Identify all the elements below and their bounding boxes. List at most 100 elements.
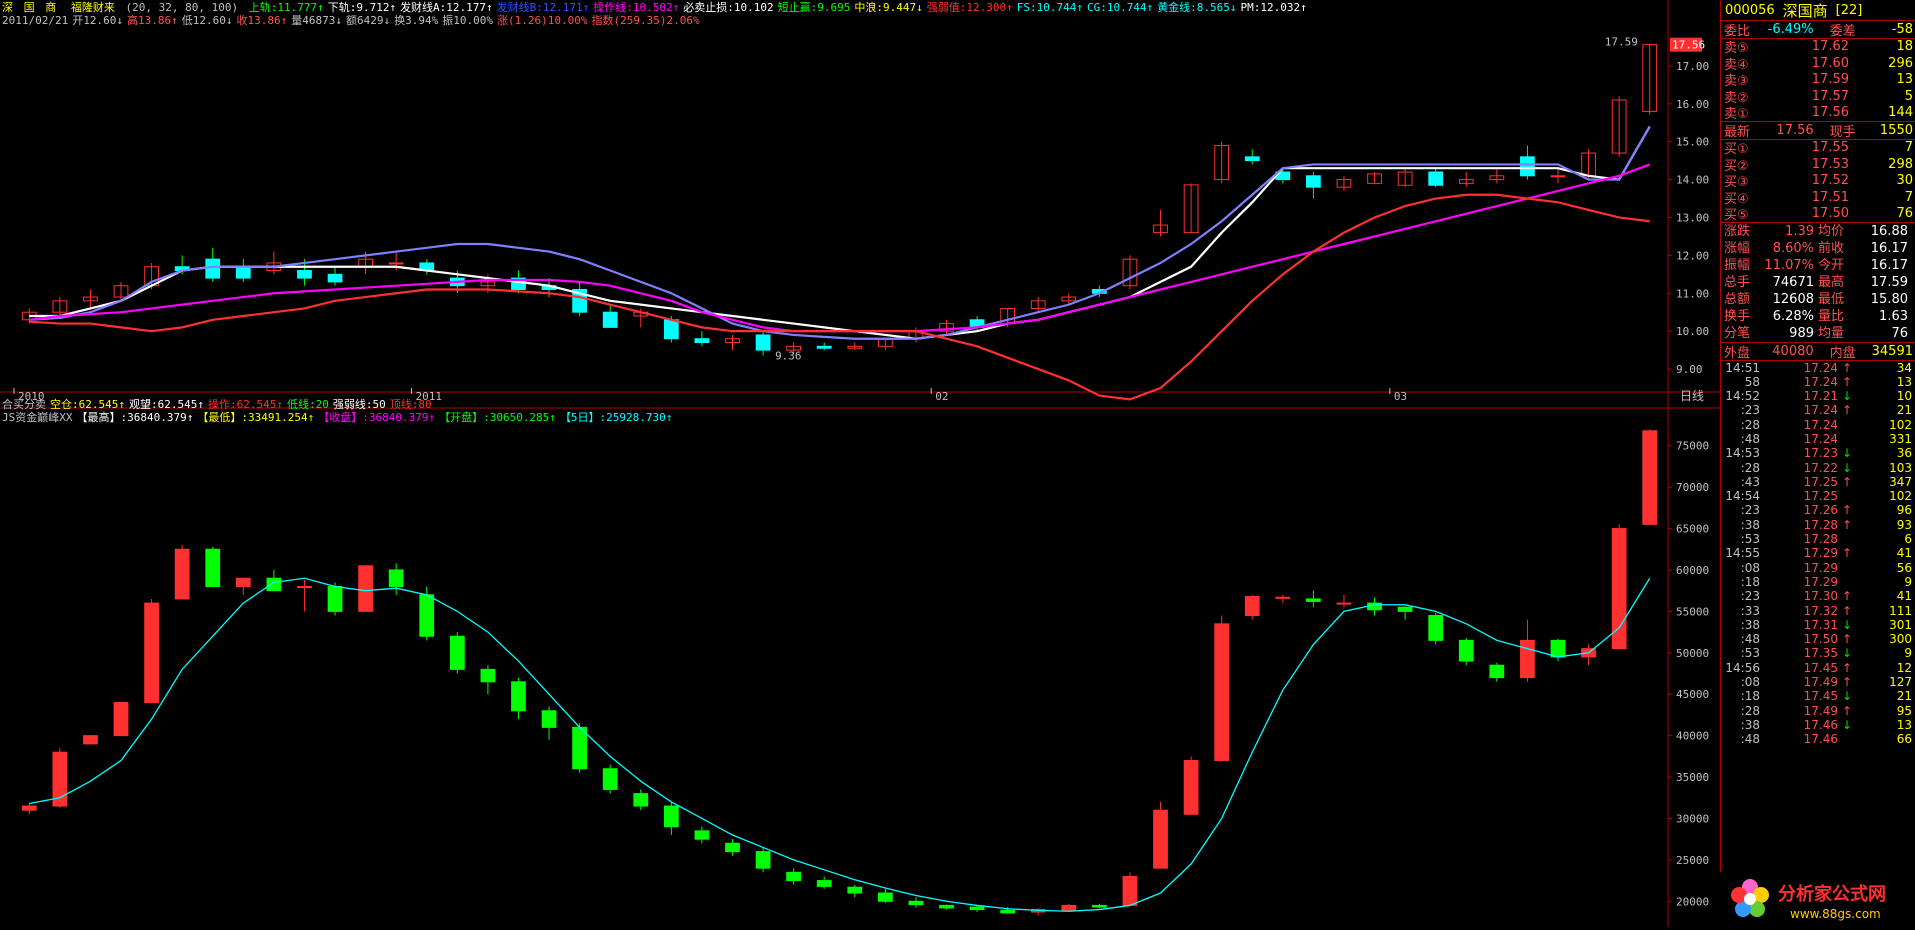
ohlc-field-3: 低12.60↓ — [181, 14, 233, 27]
time-label: 03 — [1394, 390, 1407, 403]
indicator-value-2: 发财线A:12.177↑ — [400, 1, 493, 14]
candle-body — [205, 258, 221, 279]
series-line — [29, 193, 1650, 401]
chart-area[interactable]: 9.00 10.00 11.00 12.00 13.00 14.00 15.00 16.00 1… — [0, 0, 1720, 927]
candle-body — [572, 726, 587, 770]
candle-body — [602, 311, 618, 328]
stat-5-1: 6.28% — [1772, 309, 1814, 324]
weibi-row: 委比 -6.49% 委差 -58 — [1721, 21, 1915, 39]
indicator-value-5: 必卖止损:10.102 — [683, 1, 774, 14]
candle-body — [358, 565, 373, 612]
site-logo: 分析家公式网 www.88gs.com — [1720, 872, 1915, 927]
time-label: 02 — [935, 390, 948, 403]
ask-row-1: 卖① 17.56 144 — [1724, 105, 1913, 123]
tick-row: :18 17.45 ↓ 21 — [1740, 689, 1912, 704]
current-hand-value: 1550 — [1879, 122, 1913, 138]
stat-1-2: 前收 — [1818, 241, 1845, 256]
ohlc-field-8: 振10.00% — [442, 14, 493, 27]
candle-body — [1214, 623, 1230, 761]
ask-row-4: 卖④ 17.60 296 — [1724, 55, 1913, 73]
candle-body — [83, 735, 98, 745]
ohlc-info-row: 2011/02/21 开12.60↓ 高13.86↑ 低12.60↓ 收13.86↑ 量4… — [2, 14, 704, 27]
sub-indicator-header: JS资金巅峰XX 【最高】:36840.379↑ 【最低】:33491.254↑ 【收… — [2, 411, 676, 424]
candle-body — [205, 548, 221, 588]
candle-body — [1000, 909, 1016, 914]
candle-body — [1153, 809, 1168, 869]
y-tick-label: 11.00 — [1676, 287, 1709, 300]
stat-0-2: 均价 — [1818, 224, 1845, 239]
y-tick-label: 10.00 — [1676, 325, 1709, 338]
candle-body — [786, 871, 802, 882]
candle-body — [266, 577, 282, 592]
tick-row: :18 17.29 9 — [1740, 574, 1912, 589]
tick-row: :23 17.30 ↑ 41 — [1740, 589, 1912, 604]
outer-value: 40080 — [1772, 343, 1814, 359]
mid-indicator-value-5: 强弱线:50 — [332, 398, 386, 411]
candle-body — [388, 569, 404, 588]
tick-row: 14:56 17.45 ↑ 12 — [1725, 660, 1912, 675]
period-label: 日线 — [1680, 389, 1704, 403]
stat-5-0: 换手 — [1724, 309, 1751, 324]
candle-body — [541, 710, 557, 728]
ask-row-5: 卖⑤ 17.62 18 — [1724, 39, 1913, 57]
ohlc-field-2: 高13.86↑ — [126, 14, 178, 27]
logo-url: www.88gs.com — [1790, 907, 1881, 921]
candle-body — [939, 904, 954, 909]
stat-2-0: 振幅 — [1724, 258, 1751, 273]
candle-body — [1336, 602, 1352, 605]
logo-text: 分析家公式网 — [1778, 883, 1886, 905]
sub-indicator-value-4: 【开盘】:30650.285↑ — [439, 411, 556, 424]
y-tick-label: 40000 — [1676, 730, 1709, 743]
tick-row: :48 17.46 66 — [1740, 732, 1912, 747]
y-tick-label: 25000 — [1676, 854, 1709, 867]
y-tick-label: 15.00 — [1676, 136, 1709, 149]
indicator-value-11: 黄金线:8.565↓ — [1157, 1, 1237, 14]
weicha-label: 委差 — [1829, 23, 1856, 39]
bid-row-3: 买③ 17.52 30 — [1724, 173, 1913, 191]
candle-body — [327, 273, 343, 283]
stat-3-0: 总手 — [1724, 275, 1751, 290]
flower-icon — [1731, 879, 1769, 917]
last-label: 最新 — [1724, 124, 1751, 140]
tick-row: :23 17.24 ↑ 21 — [1740, 403, 1912, 418]
chart-canvas[interactable]: 9.00 10.00 11.00 12.00 13.00 14.00 15.00 16.00 1… — [0, 0, 1720, 927]
tick-row: :43 17.25 ↑ 347 — [1740, 474, 1912, 489]
indicator-values: 上轨:11.777↑ 下轨:9.712↑ 发财线A:12.177↑ 发财线B:12.1… — [249, 1, 1311, 14]
tick-row: 14:55 17.29 ↑ 41 — [1725, 546, 1912, 561]
stat-4-1: 12608 — [1772, 292, 1814, 307]
candle-body — [1306, 175, 1321, 188]
sub-indicator-value-1: 【最高】:36840.379↑ — [76, 411, 194, 424]
current-hand-label: 现手 — [1829, 124, 1856, 140]
stat-6-2: 均量 — [1818, 326, 1845, 341]
tick-row: :28 17.24 102 — [1740, 417, 1912, 432]
tick-list[interactable]: 14:51 17.24 ↑ 34 58 17.24 ↑ 13 14:52 17.21 ↓ 10:23 1… — [1721, 361, 1915, 747]
stock-count: [22] — [1835, 2, 1863, 18]
candle-body — [1520, 639, 1535, 679]
candle-body — [1275, 596, 1291, 599]
tick-row: :08 17.29 56 — [1740, 560, 1912, 575]
ohlc-field-5: 量46873↓ — [291, 14, 342, 27]
stat-1-1: 8.60% — [1772, 241, 1814, 256]
mid-indicator-value-6: 顶线:80 — [389, 398, 432, 411]
candle-body — [1489, 664, 1505, 679]
candle-body — [113, 701, 129, 737]
y-tick-label: 13.00 — [1676, 211, 1709, 224]
stock-name: 深国商 — [1782, 1, 1828, 20]
candle-body — [1550, 175, 1566, 178]
tick-row: 14:51 17.24 ↑ 34 — [1725, 360, 1912, 375]
y-tick-label: 30000 — [1676, 812, 1709, 825]
outer-inner-row: 外盘 40080 内盘 34591 — [1721, 343, 1915, 361]
candle-body — [1244, 156, 1260, 162]
tick-row: :08 17.49 ↑ 127 — [1740, 675, 1912, 690]
sub-indicator-value-2: 【最低】:33491.254↑ — [197, 411, 315, 424]
candle-body — [633, 793, 649, 807]
weibi-label: 委比 — [1724, 23, 1751, 39]
y-tick-label: 35000 — [1676, 771, 1709, 784]
series-line — [29, 163, 1651, 333]
stock-code: 000056 — [1725, 2, 1775, 18]
tick-row: 14:52 17.21 ↓ 10 — [1725, 389, 1912, 404]
y-tick-label: 70000 — [1676, 481, 1709, 494]
candle-body — [419, 594, 435, 637]
candle-body — [449, 635, 465, 670]
candle-body — [235, 266, 251, 279]
